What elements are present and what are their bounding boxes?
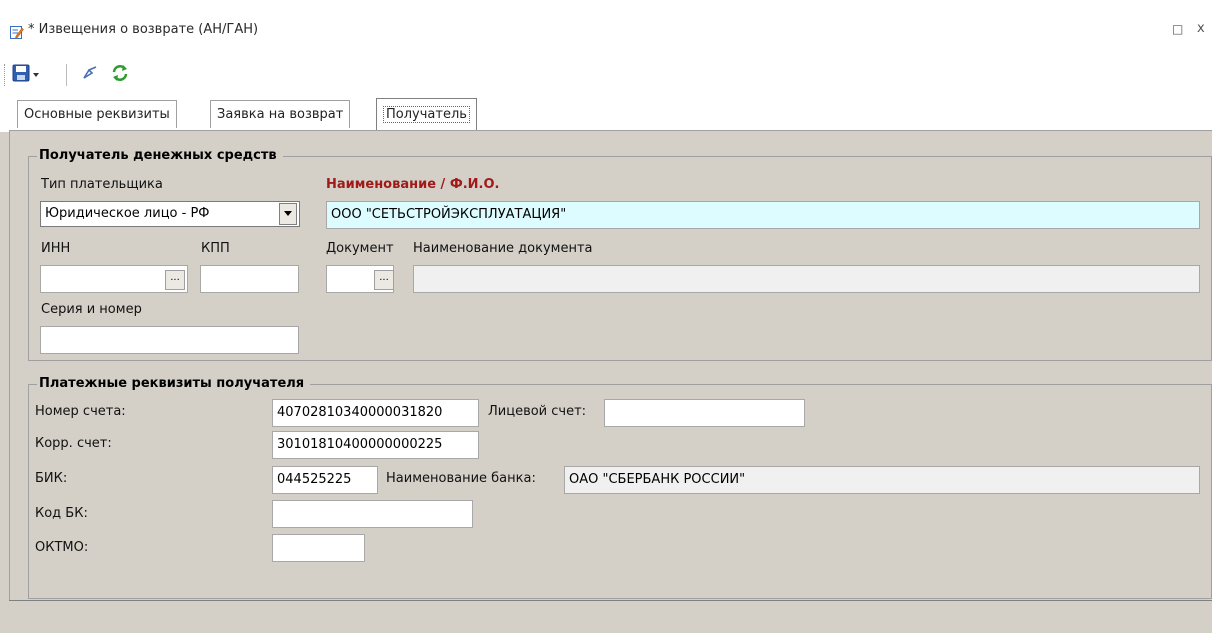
kbk-label: Код БК: [35,506,88,521]
bank-name-field: ОАО "СБЕРБАНК РОССИИ" [564,466,1200,494]
kpp-field[interactable] [200,265,299,293]
sign-button[interactable] [82,64,100,86]
document-lookup-button[interactable]: ... [374,270,394,290]
save-dropdown-button[interactable] [32,64,40,86]
bik-label: БИК: [35,471,68,486]
document-name-field [413,265,1200,293]
personal-account-label: Лицевой счет: [488,404,587,419]
toolbar [0,58,1212,92]
payer-type-label: Тип плательщика [41,177,163,192]
inn-lookup-button[interactable]: ... [165,270,185,290]
corr-account-field[interactable]: 30101810400000000225 [272,431,479,459]
payer-type-dropdown-button[interactable] [279,203,297,225]
account-label: Номер счета: [35,404,126,419]
inn-label: ИНН [41,241,71,256]
toolbar-separator [66,64,67,86]
edit-document-icon [10,25,24,39]
document-window: * Извещения о возврате (АН/ГАН) □ x Осно… [0,0,1212,633]
bank-name-label: Наименование банка: [386,471,536,486]
oktmo-field[interactable] [272,534,365,562]
floppy-disk-icon [12,64,30,86]
refresh-icon [110,63,130,87]
series-field[interactable] [40,326,299,354]
name-field[interactable]: ООО "СЕТЬСТРОЙЭКСПЛУАТАЦИЯ" [326,201,1200,229]
tab-strip [0,92,1212,132]
title-bar: * Извещения о возврате (АН/ГАН) □ x [0,0,1212,58]
personal-account-field[interactable] [604,399,805,427]
refresh-button[interactable] [110,64,130,86]
document-label: Документ [326,241,394,256]
toolbar-grip[interactable] [4,64,8,86]
pen-sign-icon [82,64,100,86]
payer-type-value: Юридическое лицо - РФ [45,206,210,221]
save-button[interactable] [12,64,30,86]
name-label: Наименование / Ф.И.О. [326,177,500,192]
tab-recipient-label: Получатель [383,106,470,123]
document-name-label: Наименование документа [413,241,593,256]
payment-group-title: Платежные реквизиты получателя [37,376,311,391]
tab-recipient[interactable]: Получатель [376,98,477,130]
tab-main-details[interactable]: Основные реквизиты [17,100,177,128]
window-title: * Извещения о возврате (АН/ГАН) [28,22,259,37]
kbk-field[interactable] [272,500,473,528]
recipient-group-title: Получатель денежных средств [37,148,283,163]
restore-icon[interactable]: □ [1172,22,1183,36]
series-label: Серия и номер [41,302,142,317]
payer-type-select[interactable]: Юридическое лицо - РФ [40,201,300,227]
bik-field[interactable]: 044525225 [272,466,378,494]
kpp-label: КПП [201,241,230,256]
close-icon[interactable]: x [1197,21,1205,36]
tab-content-panel: Получатель денежных средств Тип плательщ… [9,130,1212,600]
corr-account-label: Корр. счет: [35,436,112,451]
chevron-down-icon [32,68,40,83]
account-field[interactable]: 40702810340000031820 [272,399,479,427]
tab-refund-request[interactable]: Заявка на возврат [210,100,351,128]
status-bar [9,600,1212,633]
oktmo-label: ОКТМО: [35,540,89,555]
